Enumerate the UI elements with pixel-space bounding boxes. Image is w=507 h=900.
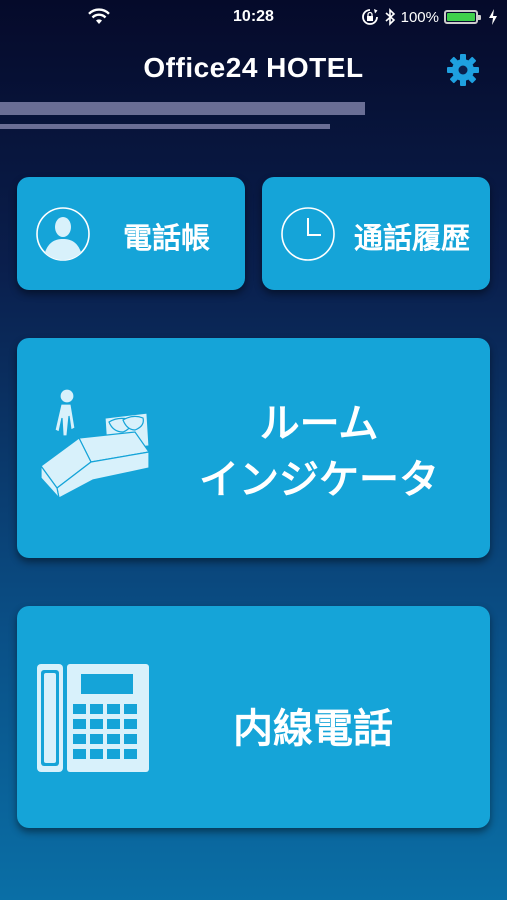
call-history-button[interactable]: 通話履歴 [262,177,490,290]
bed-icon [40,388,151,498]
battery-percent: 100% [400,8,439,26]
phonebook-button[interactable]: 電話帳 [17,177,245,290]
clock-icon [281,207,335,261]
header-decor-bar [0,102,365,115]
header-decor-bar-thin [0,124,330,129]
room-indicator-label: ルーム インジケータ [189,396,449,508]
room-indicator-label-line2: インジケータ [199,457,439,503]
charging-icon [489,9,497,25]
status-bar: 10:28 100% [0,0,507,36]
battery-icon [444,10,481,24]
person-icon [36,207,90,261]
bluetooth-icon [385,8,395,26]
desk-phone-icon [37,664,149,772]
extension-phone-button[interactable]: 内線電話 [17,606,490,828]
phonebook-label: 電話帳 [123,221,211,255]
gear-icon[interactable] [445,52,481,88]
app-title: Office24 HOTEL [143,52,364,83]
room-indicator-button[interactable]: ルーム インジケータ [17,338,490,558]
status-right: 100% [361,6,499,28]
call-history-label: 通話履歴 [354,221,471,255]
room-indicator-label-line1: ルーム [259,401,379,447]
extension-phone-label: 内線電話 [233,706,393,752]
rotation-lock-icon [361,9,378,25]
